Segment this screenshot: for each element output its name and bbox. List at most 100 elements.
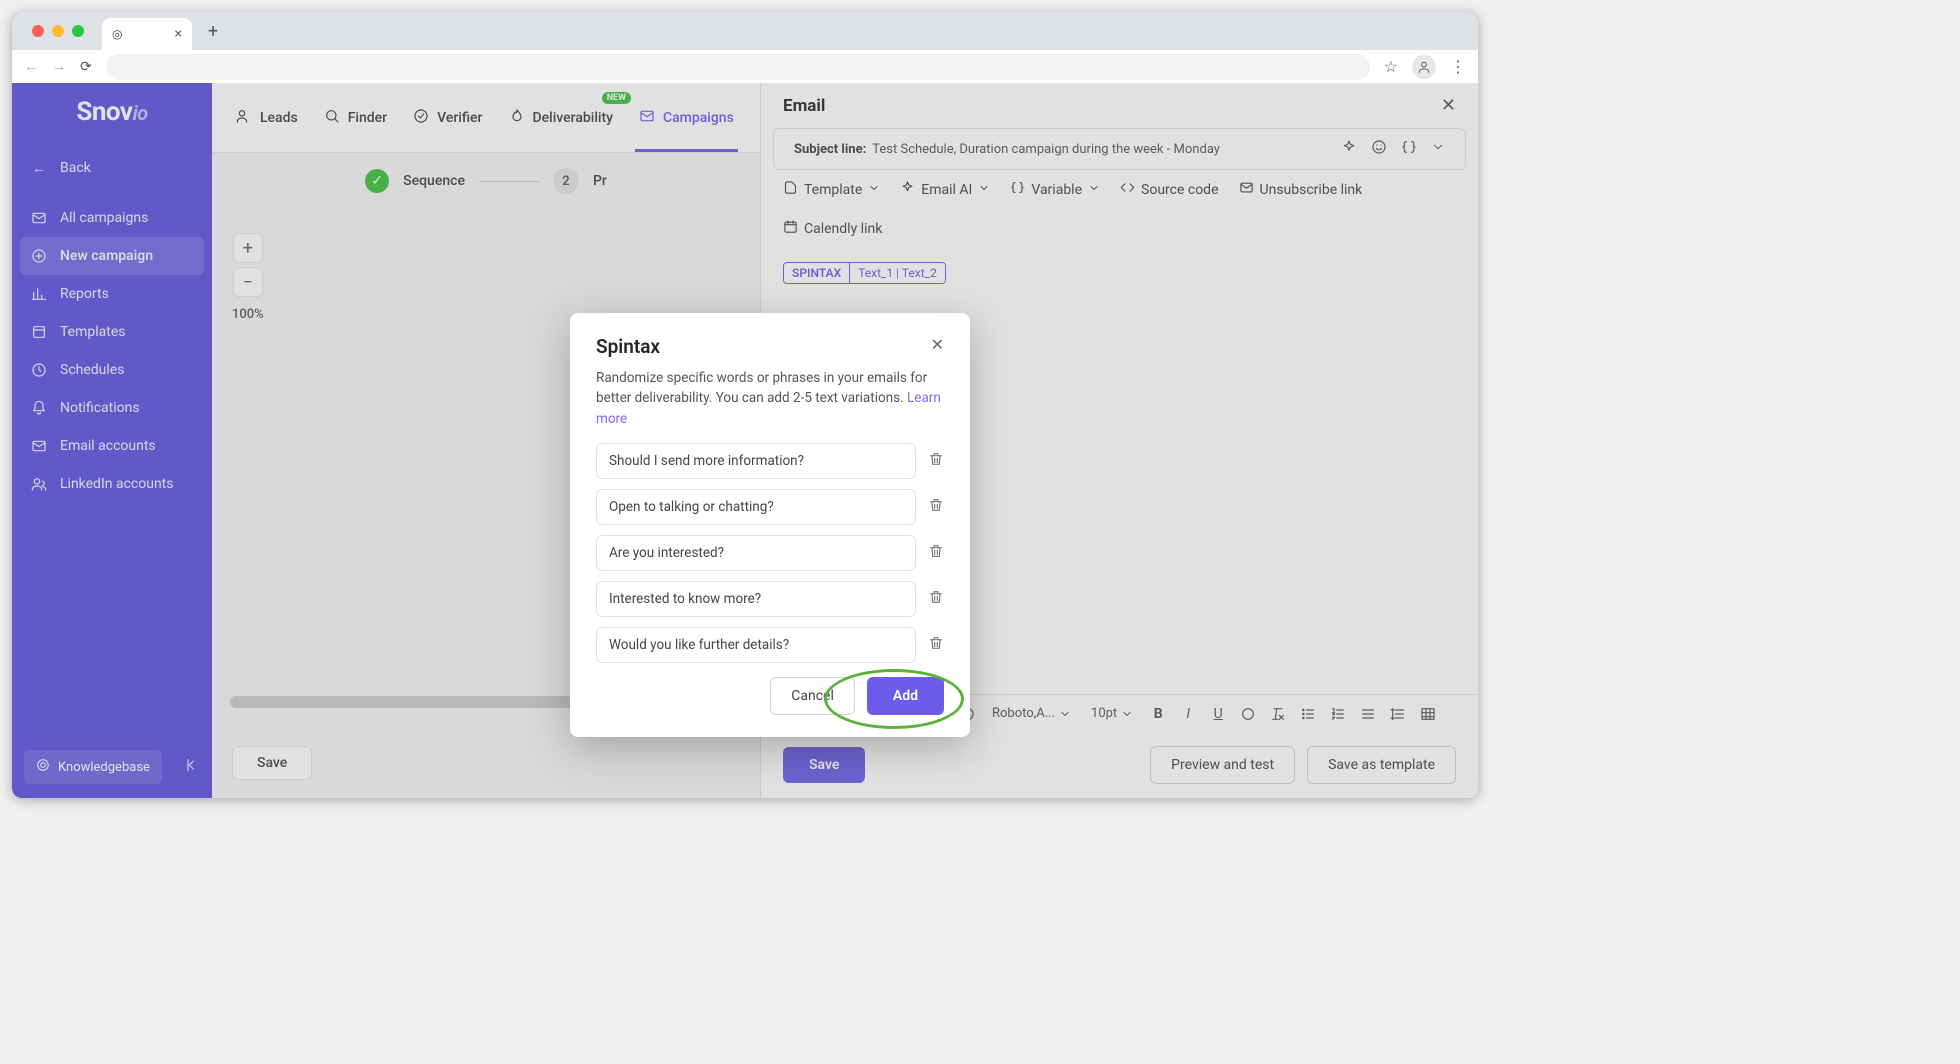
check-circle-icon [413,108,429,128]
line-height-icon[interactable] [1388,704,1408,724]
tb-label: Unsubscribe link [1260,182,1363,198]
align-icon[interactable] [1358,704,1378,724]
modal-close-icon[interactable]: ✕ [931,335,944,354]
back-link[interactable]: ← Back [12,149,212,187]
sidebar-item-label: New campaign [60,248,153,264]
sidebar-item-new-campaign[interactable]: New campaign [20,237,204,275]
reload-icon[interactable]: ⟳ [80,59,92,75]
spintax-input[interactable] [596,489,916,525]
step-divider [479,181,539,182]
add-button[interactable]: Add [867,677,944,715]
chevron-down-icon[interactable] [1431,139,1445,159]
chevron-down-icon [978,182,990,198]
panel-close-icon[interactable]: ✕ [1441,95,1456,116]
variable-dropdown[interactable]: Variable [1010,180,1100,199]
nav-campaigns[interactable]: Campaigns [639,84,734,152]
size-selector[interactable]: 10pt [1086,703,1138,724]
subject-row[interactable]: Subject line: Test Schedule, Duration ca… [773,128,1466,170]
chevron-down-icon [1088,182,1100,198]
italic-icon[interactable]: I [1178,704,1198,724]
sidebar-item-notifications[interactable]: Notifications [12,389,212,427]
new-tab-button[interactable]: + [200,21,226,42]
knowledgebase-button[interactable]: Knowledgebase [24,750,162,784]
trash-icon[interactable] [928,451,944,471]
star-icon[interactable]: ☆ [1384,57,1398,76]
spintax-row [596,535,944,571]
text-color-icon[interactable] [1238,704,1258,724]
profile-icon[interactable] [1412,55,1436,79]
unsubscribe-button[interactable]: Unsubscribe link [1239,180,1363,199]
cancel-button[interactable]: Cancel [770,677,855,715]
sidebar-item-label: LinkedIn accounts [60,476,173,492]
step-label: Pr [593,173,607,189]
trash-icon[interactable] [928,543,944,563]
spintax-input[interactable] [596,581,916,617]
sidebar-item-linkedin-accounts[interactable]: LinkedIn accounts [12,465,212,503]
clock-icon [30,361,48,379]
canvas-save-button[interactable]: Save [232,746,312,780]
source-code-button[interactable]: Source code [1120,180,1219,199]
collapse-sidebar-icon[interactable] [184,757,200,777]
emoji-icon[interactable] [1371,139,1387,159]
menu-icon[interactable]: ⋮ [1450,57,1466,76]
nav-label: Deliverability [533,110,613,126]
template-icon [30,323,48,341]
editor-toolbar: Template Email AI Variable Source code U… [761,170,1478,248]
close-window-icon[interactable] [32,25,44,37]
panel-title: Email [783,96,825,116]
spintax-input[interactable] [596,627,916,663]
trash-icon[interactable] [928,497,944,517]
underline-icon[interactable]: U [1208,704,1228,724]
calendar-icon [783,219,798,238]
browser-tab[interactable]: ◎ × [102,18,192,50]
chevron-down-icon [868,182,880,198]
table-icon[interactable] [1418,704,1438,724]
bold-icon[interactable]: B [1148,704,1168,724]
preview-button[interactable]: Preview and test [1150,746,1295,784]
trash-icon[interactable] [928,589,944,609]
tab-close-icon[interactable]: × [175,26,182,42]
spintax-row [596,627,944,663]
spintax-badge: SPINTAX [784,263,850,283]
trash-icon[interactable] [928,635,944,655]
maximize-window-icon[interactable] [72,25,84,37]
sidebar-item-email-accounts[interactable]: Email accounts [12,427,212,465]
nav-label: Verifier [437,110,482,126]
nav-finder[interactable]: Finder [324,84,387,152]
spintax-input[interactable] [596,443,916,479]
template-dropdown[interactable]: Template [783,180,880,199]
url-bar[interactable] [106,54,1370,80]
minimize-window-icon[interactable] [52,25,64,37]
clear-format-icon[interactable] [1268,704,1288,724]
email-ai-dropdown[interactable]: Email AI [900,180,990,199]
search-icon [324,108,340,128]
calendly-button[interactable]: Calendly link [783,219,882,238]
sidebar-item-all-campaigns[interactable]: All campaigns [12,199,212,237]
zoom-in-button[interactable]: + [233,233,263,263]
save-button[interactable]: Save [783,747,865,783]
braces-icon[interactable] [1401,139,1417,159]
spintax-chip[interactable]: SPINTAX Text_1 | Text_2 [783,262,946,284]
file-icon [783,180,798,199]
envelope-icon [30,437,48,455]
forward-icon[interactable]: → [52,58,66,75]
nav-verifier[interactable]: Verifier [413,84,482,152]
zoom-out-button[interactable]: − [233,267,263,297]
bullet-list-icon[interactable] [1298,704,1318,724]
sparkle-icon[interactable] [1341,139,1357,159]
sidebar-item-reports[interactable]: Reports [12,275,212,313]
nav-leads[interactable]: Leads [236,84,298,152]
nav-label: Finder [348,110,387,126]
nav-label: Leads [260,110,298,126]
font-selector[interactable]: Roboto,A... [987,703,1076,724]
save-template-button[interactable]: Save as template [1307,746,1456,784]
chart-icon [30,285,48,303]
sidebar-item-label: All campaigns [60,210,148,226]
spintax-input[interactable] [596,535,916,571]
sidebar-item-schedules[interactable]: Schedules [12,351,212,389]
nav-deliverability[interactable]: DeliverabilityNEW [509,84,613,152]
sidebar-item-templates[interactable]: Templates [12,313,212,351]
number-list-icon[interactable] [1328,704,1348,724]
stepper: ✓ Sequence 2 Pr [212,153,760,209]
back-icon[interactable]: ← [24,58,38,75]
